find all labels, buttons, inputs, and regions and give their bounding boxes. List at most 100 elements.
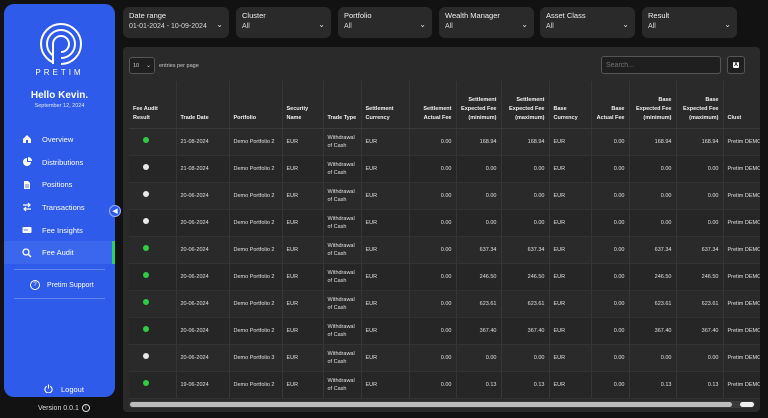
table-cell-scur: EUR [361, 209, 410, 237]
filter-value: All [242, 23, 250, 30]
entries-select[interactable]: 10 ⌄ [129, 57, 155, 74]
filter-label: Date range [129, 11, 167, 20]
pretim-support-link[interactable]: ? Pretim Support [4, 280, 115, 290]
sidebar-item-distributions[interactable]: Distributions [4, 151, 115, 174]
column-header[interactable]: Settlement Currency [361, 81, 410, 129]
table-cell-scur: EUR [361, 344, 410, 372]
status-dot-icon [143, 137, 149, 143]
column-header[interactable]: Trade Date [176, 81, 230, 129]
table-row[interactable]: 20-06-2024 Demo Portfolio 2 EUR Withdrawal … [129, 182, 760, 210]
filter-asset-class[interactable]: Asset Class All ⌄ [540, 7, 635, 38]
fee-audit-table: Fee Audit Result Trade Date Portfolio Se… [129, 81, 760, 399]
table-row[interactable]: 19-06-2024 Demo Portfolio 2 EUR Withdrawal … [129, 371, 760, 399]
table-row[interactable]: 21-08-2024 Demo Portfolio 2 EUR Withdrawal … [129, 128, 760, 156]
chevron-down-icon: ⌄ [724, 20, 731, 29]
chevron-down-icon: ⌄ [622, 20, 629, 29]
column-header[interactable]: Security Name [282, 81, 324, 129]
search-icon [20, 248, 34, 258]
sidebar-item-positions[interactable]: Positions [4, 173, 115, 196]
info-icon[interactable]: i [81, 404, 90, 412]
collapse-sidebar-button[interactable]: ◀ [109, 205, 121, 217]
table-cell-bcur: EUR [549, 263, 592, 291]
filter-result[interactable]: Result All ⌄ [642, 7, 737, 38]
table-cell-smax: 0.00 [501, 209, 550, 237]
table-cell-scur: EUR [361, 155, 410, 183]
filter-value: All [648, 23, 656, 30]
status-dot-icon [143, 353, 149, 359]
table-row[interactable]: 20-06-2024 Demo Portfolio 2 EUR Withdrawal … [129, 290, 760, 318]
column-header[interactable]: Settlement Expected Fee (minimum) [456, 81, 502, 129]
sidebar: PRETIM Hello Kevin. September 12, 2024 O… [4, 4, 115, 397]
table-cell-portfolio: Demo Portfolio 2 [229, 236, 283, 264]
horizontal-scrollbar[interactable] [129, 401, 755, 408]
chevron-down-icon: ⌄ [145, 63, 151, 69]
table-cell-portfolio: Demo Portfolio 2 [229, 155, 283, 183]
table-cell-date: 21-08-2024 [176, 128, 230, 156]
table-cell-bmax: 0.00 [676, 344, 724, 372]
column-header[interactable]: Settlement Actual Fee [409, 81, 457, 129]
status-dot-icon [143, 299, 149, 305]
excel-export-button[interactable]: X [727, 56, 745, 74]
table-row[interactable]: 20-06-2024 Demo Portfolio 2 EUR Withdrawal … [129, 317, 760, 345]
chevron-down-icon: ⌄ [521, 20, 528, 29]
table-cell-portfolio: Demo Portfolio 2 [229, 290, 283, 318]
column-header[interactable]: Base Actual Fee [591, 81, 630, 129]
table-cell-sact: 0.00 [409, 236, 457, 264]
filter-wealth-manager[interactable]: Wealth Manager All ⌄ [439, 7, 534, 38]
table-cell-sact: 0.00 [409, 209, 457, 237]
scrollbar-thumb[interactable] [130, 402, 732, 407]
table-cell-smin: 0.13 [456, 371, 502, 399]
column-header[interactable]: Fee Audit Result [129, 81, 177, 129]
filter-label: Cluster [242, 11, 266, 20]
sidebar-item-label: Fee Insights [42, 225, 83, 235]
table-cell-smin: 0.00 [456, 344, 502, 372]
table-cell-cluster: Pretim DEMO [723, 317, 760, 345]
filter-portfolio[interactable]: Portfolio All ⌄ [338, 7, 432, 38]
table-row[interactable]: 20-06-2024 Demo Portfolio 2 EUR Withdrawal … [129, 209, 760, 237]
column-header[interactable]: Trade Type [323, 81, 362, 129]
table-cell-bact: 0.00 [591, 344, 630, 372]
table-cell-bcur: EUR [549, 236, 592, 264]
filter-date-range[interactable]: Date range 01-01-2024 - 10-09-2024 ⌄ [123, 7, 229, 38]
sidebar-item-label: Fee Audit [42, 248, 74, 258]
table-cell-bcur: EUR [549, 344, 592, 372]
filter-cluster[interactable]: Cluster All ⌄ [236, 7, 331, 38]
table-cell-smax: 0.00 [501, 155, 550, 183]
table-cell-cluster: Pretim DEMO [723, 263, 760, 291]
sidebar-item-transactions[interactable]: Transactions [4, 196, 115, 219]
table-row[interactable]: 21-08-2024 Demo Portfolio 2 EUR Withdrawal … [129, 155, 760, 183]
table-cell-type: Withdrawal of Cash [323, 263, 362, 291]
column-header[interactable]: Base Expected Fee (minimum) [629, 81, 677, 129]
column-header[interactable]: Base Expected Fee (maximum) [676, 81, 724, 129]
brand-name: PRETIM [35, 68, 84, 77]
table-row[interactable]: 20-06-2024 Demo Portfolio 2 EUR Withdrawal … [129, 236, 760, 264]
column-header[interactable]: Settlement Expected Fee (maximum) [501, 81, 550, 129]
table-cell-security: EUR [282, 371, 324, 399]
excel-icon: X [732, 62, 739, 68]
table-cell-smin: 623.61 [456, 290, 502, 318]
fee-audit-result-cell [129, 155, 177, 183]
table-cell-bmin: 0.13 [629, 371, 677, 399]
sidebar-nav: Overview Distributions Positions Transac… [4, 128, 115, 265]
column-header[interactable]: Portfolio [229, 81, 283, 129]
table-cell-scur: EUR [361, 236, 410, 264]
table-row[interactable]: 20-06-2024 Demo Portfolio 3 EUR Withdrawal … [129, 344, 760, 372]
chevron-left-icon: ◀ [112, 208, 118, 215]
search-input[interactable] [601, 56, 721, 74]
table-cell-cluster: Pretim DEMO [723, 128, 760, 156]
table-cell-sact: 0.00 [409, 263, 457, 291]
table-cell-type: Withdrawal of Cash [323, 155, 362, 183]
table-cell-date: 19-06-2024 [176, 371, 230, 399]
table-cell-scur: EUR [361, 290, 410, 318]
filter-value: All [445, 23, 453, 30]
column-header[interactable]: Base Currency [549, 81, 592, 129]
table-cell-cluster: Pretim DEMO [723, 155, 760, 183]
sidebar-item-fee-audit[interactable]: Fee Audit [4, 241, 115, 265]
table-row[interactable]: 20-06-2024 Demo Portfolio 2 EUR Withdrawal … [129, 263, 760, 291]
chevron-down-icon: ⌄ [419, 20, 426, 29]
table-cell-bmin: 637.34 [629, 236, 677, 264]
sidebar-item-fee-insights[interactable]: Fee Insights [4, 219, 115, 242]
column-header[interactable]: Clust [723, 81, 760, 129]
logout-button[interactable]: Logout [4, 384, 115, 395]
sidebar-item-overview[interactable]: Overview [4, 128, 115, 151]
